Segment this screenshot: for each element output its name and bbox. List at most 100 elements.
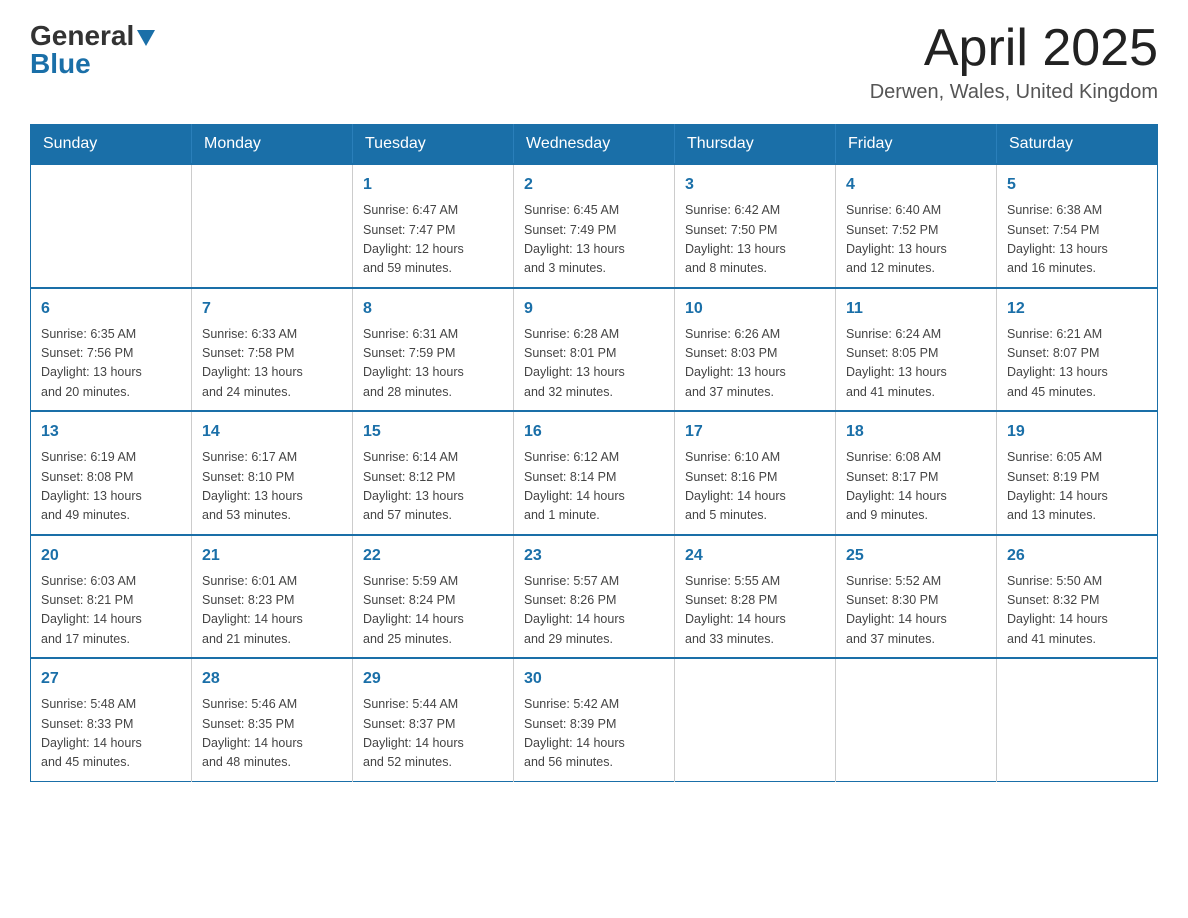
day-info: Sunrise: 6:31 AM Sunset: 7:59 PM Dayligh… (363, 325, 503, 403)
day-info: Sunrise: 6:19 AM Sunset: 8:08 PM Dayligh… (41, 448, 181, 526)
day-info: Sunrise: 6:38 AM Sunset: 7:54 PM Dayligh… (1007, 201, 1147, 279)
calendar-day-13: 13 Sunrise: 6:19 AM Sunset: 8:08 PM Dayli… (31, 411, 192, 535)
calendar-day-7: 7Sunrise: 6:33 AM Sunset: 7:58 PM Daylig… (192, 288, 353, 412)
calendar-day-3: 3 Sunrise: 6:42 AM Sunset: 7:50 PM Daylig… (675, 164, 836, 288)
day-info: Sunrise: 6:14 AM Sunset: 8:12 PM Dayligh… (363, 448, 503, 526)
title-section: April 2025 Derwen, Wales, United Kingdom (870, 20, 1158, 104)
day-number: 1 (363, 173, 503, 197)
day-number: 29 (363, 667, 503, 691)
calendar-day-11: 11 Sunrise: 6:24 AM Sunset: 8:05 PM Dayli… (836, 288, 997, 412)
day-info: Sunrise: 6:01 AM Sunset: 8:23 PM Dayligh… (202, 572, 342, 650)
calendar-day-empty (192, 164, 353, 288)
calendar-day-10: 10 Sunrise: 6:26 AM Sunset: 8:03 PM Dayli… (675, 288, 836, 412)
day-number: 12 (1007, 297, 1147, 321)
day-info: Sunrise: 6:05 AM Sunset: 8:19 PM Dayligh… (1007, 448, 1147, 526)
calendar-day-15: 15 Sunrise: 6:14 AM Sunset: 8:12 PM Dayli… (353, 411, 514, 535)
calendar-header-wednesday: Wednesday (514, 125, 675, 165)
calendar-day-21: 21 Sunrise: 6:01 AM Sunset: 8:23 PM Dayli… (192, 535, 353, 659)
day-number: 3 (685, 173, 825, 197)
calendar-day-27: 27 Sunrise: 5:48 AM Sunset: 8:33 PM Dayli… (31, 658, 192, 781)
day-number: 24 (685, 544, 825, 568)
calendar-day-29: 29 Sunrise: 5:44 AM Sunset: 8:37 PM Dayli… (353, 658, 514, 781)
calendar-day-empty (31, 164, 192, 288)
day-info: Sunrise: 6:08 AM Sunset: 8:17 PM Dayligh… (846, 448, 986, 526)
calendar-day-18: 18 Sunrise: 6:08 AM Sunset: 8:17 PM Dayli… (836, 411, 997, 535)
day-number: 15 (363, 420, 503, 444)
day-info: Sunrise: 6:35 AM Sunset: 7:56 PM Dayligh… (41, 325, 181, 403)
calendar-day-20: 20Sunrise: 6:03 AM Sunset: 8:21 PM Dayli… (31, 535, 192, 659)
day-info: Sunrise: 5:55 AM Sunset: 8:28 PM Dayligh… (685, 572, 825, 650)
day-number: 11 (846, 297, 986, 321)
day-info: Sunrise: 5:44 AM Sunset: 8:37 PM Dayligh… (363, 695, 503, 773)
day-number: 21 (202, 544, 342, 568)
calendar-week-row: 6 Sunrise: 6:35 AM Sunset: 7:56 PM Daylig… (31, 288, 1158, 412)
day-info: Sunrise: 6:03 AM Sunset: 8:21 PM Dayligh… (41, 572, 181, 650)
calendar-day-28: 28 Sunrise: 5:46 AM Sunset: 8:35 PM Dayli… (192, 658, 353, 781)
calendar-day-empty (997, 658, 1158, 781)
day-info: Sunrise: 6:47 AM Sunset: 7:47 PM Dayligh… (363, 201, 503, 279)
day-info: Sunrise: 5:46 AM Sunset: 8:35 PM Dayligh… (202, 695, 342, 773)
calendar-header-monday: Monday (192, 125, 353, 165)
day-info: Sunrise: 6:10 AM Sunset: 8:16 PM Dayligh… (685, 448, 825, 526)
calendar-header-sunday: Sunday (31, 125, 192, 165)
day-info: Sunrise: 6:17 AM Sunset: 8:10 PM Dayligh… (202, 448, 342, 526)
calendar-day-1: 1 Sunrise: 6:47 AM Sunset: 7:47 PM Daylig… (353, 164, 514, 288)
day-info: Sunrise: 6:45 AM Sunset: 7:49 PM Dayligh… (524, 201, 664, 279)
day-number: 26 (1007, 544, 1147, 568)
day-info: Sunrise: 6:21 AM Sunset: 8:07 PM Dayligh… (1007, 325, 1147, 403)
day-number: 4 (846, 173, 986, 197)
day-number: 8 (363, 297, 503, 321)
calendar-day-8: 8 Sunrise: 6:31 AM Sunset: 7:59 PM Daylig… (353, 288, 514, 412)
day-number: 13 (41, 420, 181, 444)
calendar-day-26: 26 Sunrise: 5:50 AM Sunset: 8:32 PM Dayli… (997, 535, 1158, 659)
calendar-header-row: SundayMondayTuesdayWednesdayThursdayFrid… (31, 125, 1158, 165)
day-number: 18 (846, 420, 986, 444)
calendar-day-empty (675, 658, 836, 781)
day-info: Sunrise: 5:48 AM Sunset: 8:33 PM Dayligh… (41, 695, 181, 773)
calendar-day-25: 25Sunrise: 5:52 AM Sunset: 8:30 PM Dayli… (836, 535, 997, 659)
day-number: 16 (524, 420, 664, 444)
calendar-table: SundayMondayTuesdayWednesdayThursdayFrid… (30, 124, 1158, 782)
day-number: 27 (41, 667, 181, 691)
calendar-day-22: 22 Sunrise: 5:59 AM Sunset: 8:24 PM Dayli… (353, 535, 514, 659)
month-title: April 2025 (870, 20, 1158, 77)
day-number: 10 (685, 297, 825, 321)
day-number: 5 (1007, 173, 1147, 197)
day-info: Sunrise: 6:42 AM Sunset: 7:50 PM Dayligh… (685, 201, 825, 279)
day-info: Sunrise: 5:50 AM Sunset: 8:32 PM Dayligh… (1007, 572, 1147, 650)
calendar-day-19: 19 Sunrise: 6:05 AM Sunset: 8:19 PM Dayli… (997, 411, 1158, 535)
calendar-day-9: 9 Sunrise: 6:28 AM Sunset: 8:01 PM Daylig… (514, 288, 675, 412)
day-info: Sunrise: 6:24 AM Sunset: 8:05 PM Dayligh… (846, 325, 986, 403)
logo-arrow-icon (137, 30, 155, 46)
day-number: 14 (202, 420, 342, 444)
calendar-day-5: 5 Sunrise: 6:38 AM Sunset: 7:54 PM Daylig… (997, 164, 1158, 288)
day-number: 22 (363, 544, 503, 568)
calendar-day-16: 16 Sunrise: 6:12 AM Sunset: 8:14 PM Dayli… (514, 411, 675, 535)
day-info: Sunrise: 5:52 AM Sunset: 8:30 PM Dayligh… (846, 572, 986, 650)
calendar-day-17: 17 Sunrise: 6:10 AM Sunset: 8:16 PM Dayli… (675, 411, 836, 535)
day-number: 17 (685, 420, 825, 444)
calendar-week-row: 20Sunrise: 6:03 AM Sunset: 8:21 PM Dayli… (31, 535, 1158, 659)
day-number: 28 (202, 667, 342, 691)
day-info: Sunrise: 6:12 AM Sunset: 8:14 PM Dayligh… (524, 448, 664, 526)
day-number: 19 (1007, 420, 1147, 444)
day-number: 7 (202, 297, 342, 321)
calendar-day-12: 12 Sunrise: 6:21 AM Sunset: 8:07 PM Dayli… (997, 288, 1158, 412)
day-info: Sunrise: 6:28 AM Sunset: 8:01 PM Dayligh… (524, 325, 664, 403)
day-info: Sunrise: 6:40 AM Sunset: 7:52 PM Dayligh… (846, 201, 986, 279)
calendar-header-saturday: Saturday (997, 125, 1158, 165)
calendar-day-30: 30Sunrise: 5:42 AM Sunset: 8:39 PM Dayli… (514, 658, 675, 781)
day-info: Sunrise: 6:26 AM Sunset: 8:03 PM Dayligh… (685, 325, 825, 403)
calendar-day-4: 4 Sunrise: 6:40 AM Sunset: 7:52 PM Daylig… (836, 164, 997, 288)
page-header: General Blue April 2025 Derwen, Wales, U… (30, 20, 1158, 104)
calendar-day-6: 6 Sunrise: 6:35 AM Sunset: 7:56 PM Daylig… (31, 288, 192, 412)
calendar-day-14: 14 Sunrise: 6:17 AM Sunset: 8:10 PM Dayli… (192, 411, 353, 535)
day-info: Sunrise: 5:59 AM Sunset: 8:24 PM Dayligh… (363, 572, 503, 650)
calendar-day-empty (836, 658, 997, 781)
calendar-header-tuesday: Tuesday (353, 125, 514, 165)
day-number: 2 (524, 173, 664, 197)
day-info: Sunrise: 5:42 AM Sunset: 8:39 PM Dayligh… (524, 695, 664, 773)
day-number: 9 (524, 297, 664, 321)
day-number: 6 (41, 297, 181, 321)
calendar-header-friday: Friday (836, 125, 997, 165)
